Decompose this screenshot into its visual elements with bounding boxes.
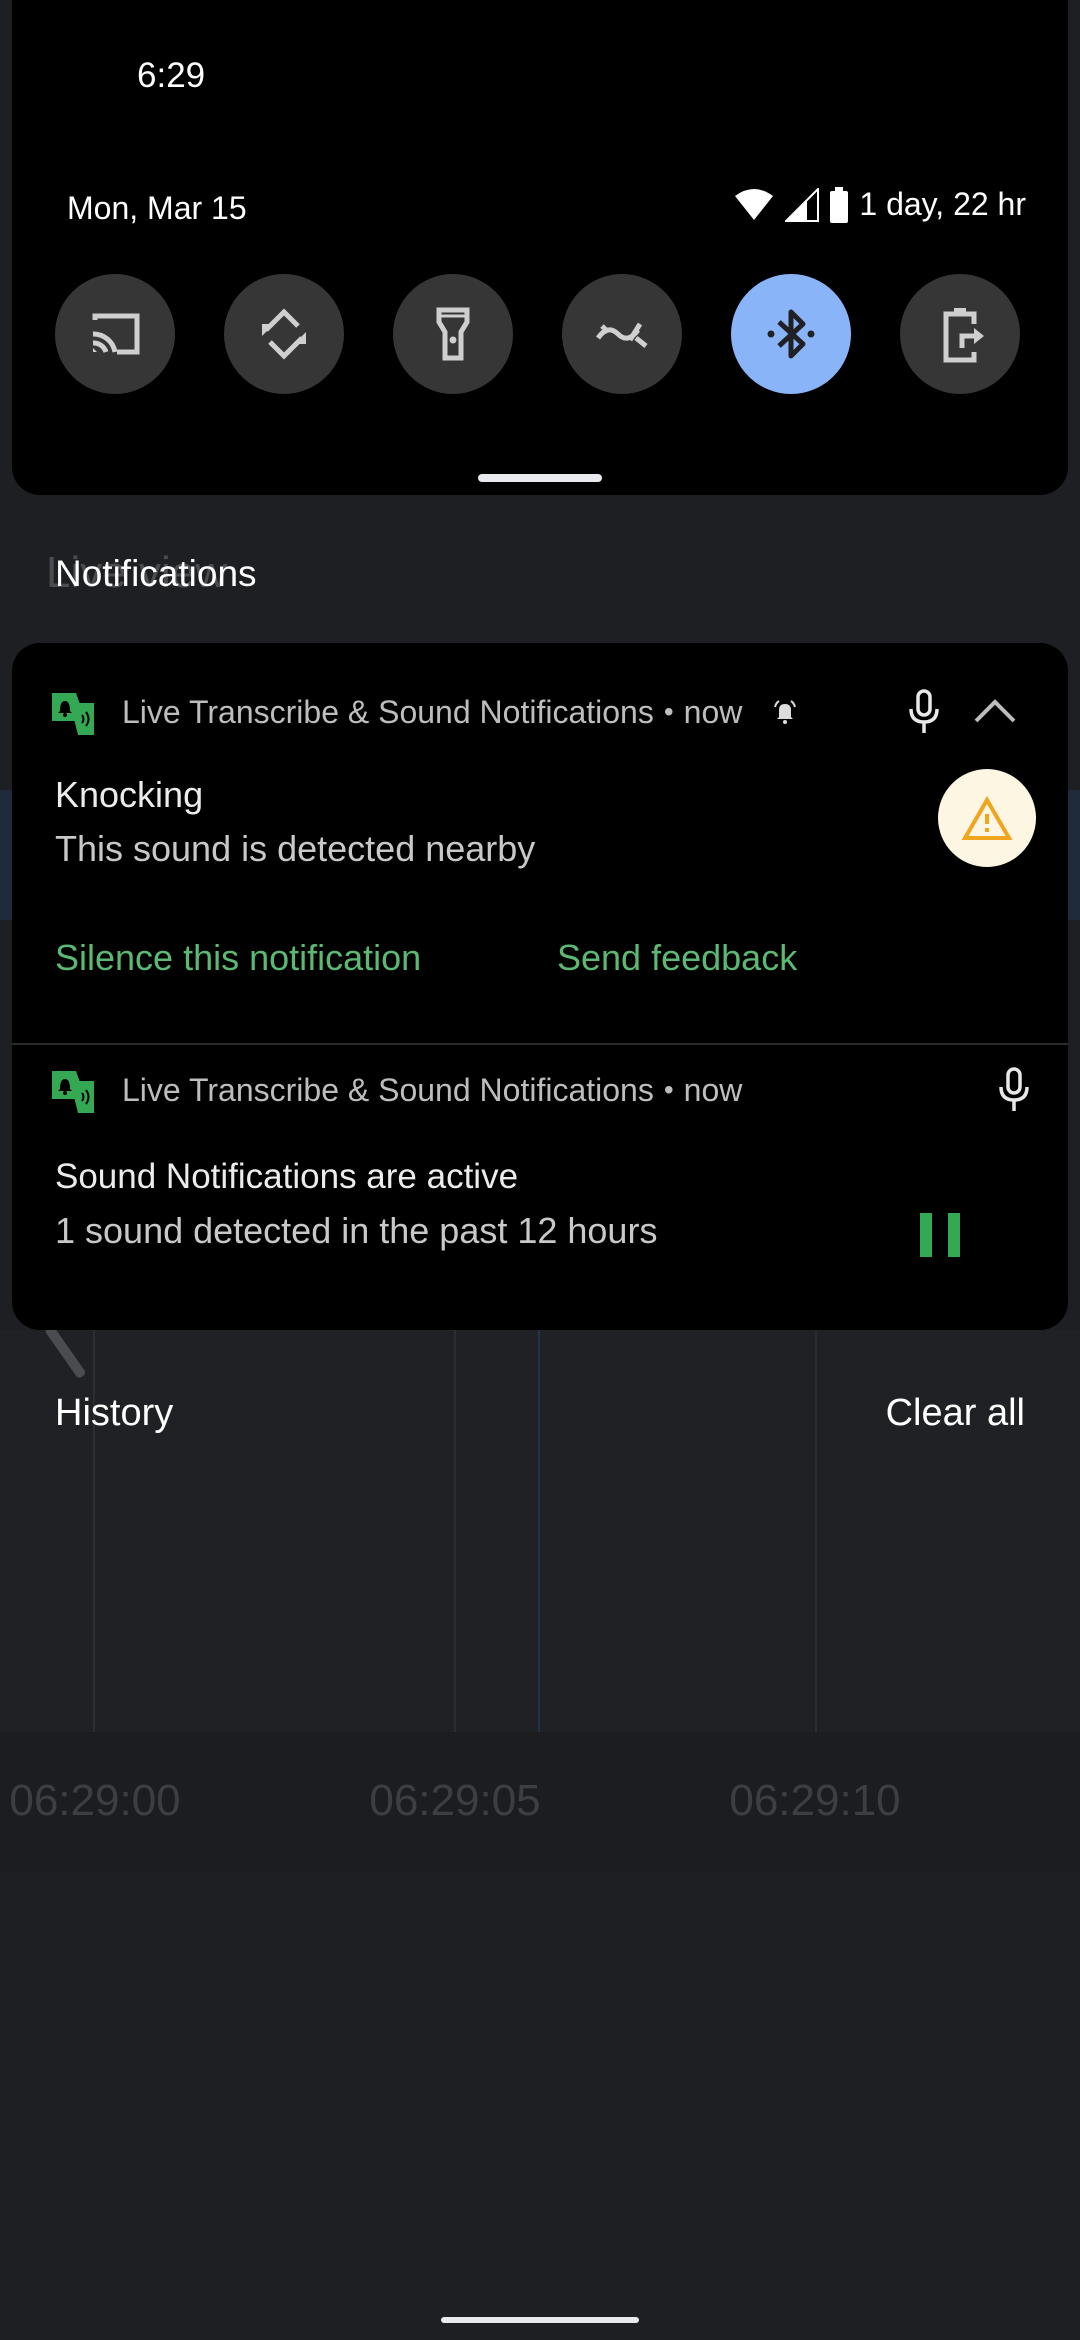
notification-time: now: [683, 693, 743, 730]
data-saver-icon: [595, 322, 648, 348]
warning-icon: [961, 796, 1013, 840]
separator-dot: •: [663, 696, 674, 727]
tile-flashlight[interactable]: [393, 274, 513, 394]
notification-time: now: [683, 1071, 743, 1108]
timeline-gridline: [93, 1330, 95, 1732]
status-icons: 1 day, 22 hr: [733, 186, 1026, 223]
gesture-nav-handle[interactable]: [441, 2317, 639, 2323]
quick-settings-expand-handle[interactable]: [478, 474, 602, 482]
clear-all-button[interactable]: Clear all: [886, 1392, 1025, 1435]
tile-data-saver[interactable]: [562, 274, 682, 394]
silence-notification-button[interactable]: Silence this notification: [55, 937, 421, 979]
timeline-gridline: [454, 1330, 456, 1732]
tile-battery-share[interactable]: [900, 274, 1020, 394]
notification-title: Sound Notifications are active: [55, 1157, 519, 1196]
auto-rotate-icon: [262, 308, 306, 360]
cast-icon: [92, 313, 140, 355]
notification-text: This sound is detected nearby: [55, 828, 536, 869]
notification-app-name: Live Transcribe & Sound Notifications: [122, 1071, 654, 1108]
notifications-header: Notifications: [55, 553, 257, 594]
date-label[interactable]: Mon, Mar 15: [67, 190, 247, 227]
timeline-gridline: [815, 1330, 817, 1732]
wifi-icon: [735, 188, 774, 220]
notification-knocking[interactable]: Live Transcribe & Sound Notifications • …: [12, 643, 1068, 1043]
timeline-tick-label: 06:29:05: [369, 1776, 541, 1825]
alerting-bell-icon: [774, 700, 797, 724]
pause-icon[interactable]: [920, 1213, 960, 1257]
bluetooth-icon: [767, 309, 815, 359]
cellular-signal-icon: [785, 187, 820, 222]
send-feedback-button[interactable]: Send feedback: [557, 937, 797, 979]
live-transcribe-app-icon: [52, 1071, 94, 1113]
notification-sound-notifications-active[interactable]: Live Transcribe & Sound Notifications • …: [12, 1045, 1068, 1330]
notification-app-row: Live Transcribe & Sound Notifications • …: [50, 1065, 742, 1115]
timeline-tick-label: 06:29:10: [729, 1776, 901, 1825]
flashlight-icon: [436, 307, 470, 361]
notification-app-row: Live Transcribe & Sound Notifications • …: [50, 687, 800, 737]
warning-badge: [938, 769, 1036, 867]
notification-app-name: Live Transcribe & Sound Notifications: [122, 693, 654, 730]
notification-group: Live Transcribe & Sound Notifications • …: [12, 643, 1068, 1330]
live-transcribe-app-icon: [52, 693, 94, 735]
timeline-now-line: [538, 1330, 540, 1732]
notification-text: 1 sound detected in the past 12 hours: [55, 1210, 658, 1251]
battery-time-remaining: 1 day, 22 hr: [859, 186, 1026, 222]
mic-icon[interactable]: [994, 1067, 1034, 1113]
tile-auto-rotate[interactable]: [224, 274, 344, 394]
battery-share-icon: [943, 308, 984, 363]
notification-title: Knocking: [55, 774, 204, 815]
separator-dot: •: [663, 1074, 674, 1105]
tile-cast[interactable]: [55, 274, 175, 394]
timeline-area: [0, 1330, 1080, 1732]
tile-bluetooth[interactable]: [731, 274, 851, 394]
history-button[interactable]: History: [55, 1392, 173, 1435]
collapse-chevron-icon[interactable]: [972, 693, 1018, 727]
battery-icon: [830, 186, 849, 223]
timeline-tick-label: 06:29:00: [9, 1776, 181, 1825]
status-bar-clock: 6:29: [137, 56, 206, 95]
mic-icon[interactable]: [904, 689, 944, 735]
